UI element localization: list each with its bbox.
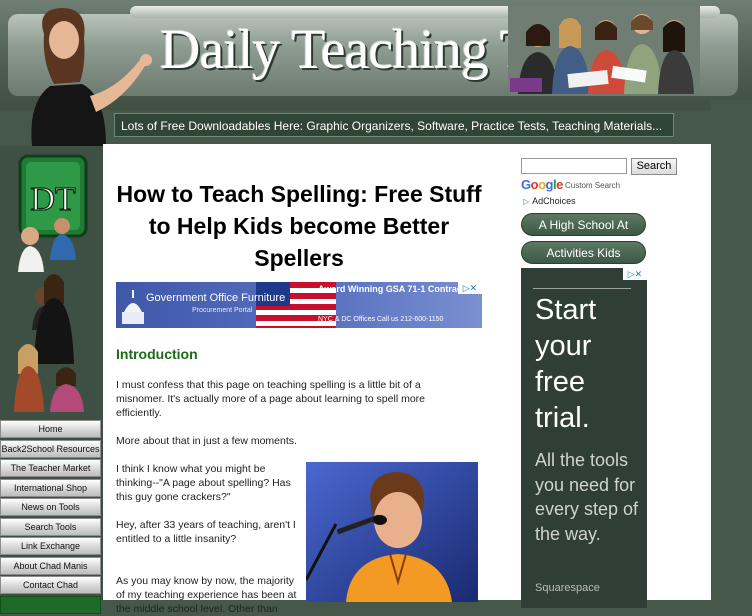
capitol-icon <box>122 290 144 324</box>
paragraph: I think I know what you might be thinkin… <box>116 463 291 503</box>
site-header: Daily Teaching Tools Lots of Free Downlo… <box>0 0 752 146</box>
ad-link-high-school[interactable]: A High School At <box>521 213 646 236</box>
custom-search-label: Custom Search <box>565 181 621 190</box>
paragraph: As you may know by now, the majority of … <box>116 575 297 615</box>
right-edge-strip <box>711 100 752 600</box>
ad-link-activities-kids[interactable]: Activities Kids <box>521 241 646 264</box>
ad-body: All the tools you need for every step of… <box>535 450 639 544</box>
adchoices-close-icon[interactable]: ▷✕ <box>623 268 647 280</box>
ad-divider <box>533 288 631 289</box>
section-heading: Introduction <box>116 346 198 362</box>
nav-the-teacher-market[interactable]: The Teacher Market <box>0 459 101 477</box>
ad-headline: Start your free trial. <box>535 294 597 434</box>
paragraph: I must confess that this page on teachin… <box>116 379 425 419</box>
students-photo <box>508 6 700 94</box>
nav-news-on-tools[interactable]: News on Tools <box>0 498 101 516</box>
main-content: How to Teach Spelling: Free Stuff to Hel… <box>103 144 513 615</box>
tagline-bar[interactable]: Lots of Free Downloadables Here: Graphic… <box>114 113 674 137</box>
adchoices-close-icon[interactable]: ▷✕ <box>458 282 482 294</box>
google-logo: Google <box>521 177 563 192</box>
banner-ad[interactable]: Government Office Furniture Procurement … <box>116 282 482 328</box>
nav-next-item[interactable] <box>0 595 101 614</box>
search-button[interactable]: Search <box>631 158 677 175</box>
banner-ad-phone: NYC & DC Offices Call us 212-600-1150 <box>318 316 444 323</box>
nav-link-exchange[interactable]: Link Exchange <box>0 537 101 555</box>
nav-international-shop[interactable]: International Shop <box>0 478 101 497</box>
adchoices-link[interactable]: ▷ AdChoices <box>523 196 576 206</box>
page-title: How to Teach Spelling: Free Stuff to Hel… <box>116 181 482 271</box>
banner-ad-award: Award Winning GSA 71-1 Contract <box>318 284 465 294</box>
adchoices-label: AdChoices <box>532 196 576 206</box>
nav-home[interactable]: Home <box>0 420 101 438</box>
ad-brand: Squarespace <box>535 582 600 594</box>
nav-back2school-resources[interactable]: Back2School Resources <box>0 439 101 458</box>
sidebar-nav: Home Back2School Resources The Teacher M… <box>0 420 103 615</box>
dt-logo-text: DT <box>30 181 76 218</box>
nav-contact-chad[interactable]: Contact Chad <box>0 576 101 594</box>
paragraph: Hey, after 33 years of teaching, aren't … <box>116 519 296 545</box>
nav-about-chad-manis[interactable]: About Chad Manis <box>0 556 101 575</box>
logo-and-people-collage: DT <box>14 154 88 412</box>
spelling-bee-boy-photo <box>306 462 478 602</box>
banner-ad-name: Government Office Furniture <box>146 292 286 304</box>
paragraph: More about that in just a few moments. <box>116 435 297 447</box>
left-sidebar: DT Home Back2School Resources The Teache… <box>0 146 103 614</box>
squarespace-ad[interactable]: ▷✕ Start your free trial. All the tools … <box>521 268 647 608</box>
banner-ad-sub: Procurement Portal <box>192 307 253 314</box>
right-sidebar: Search Google Custom Search ▷ AdChoices A… <box>513 144 711 608</box>
adchoices-icon: ▷ <box>523 197 530 206</box>
nav-search-tools[interactable]: Search Tools <box>0 517 101 536</box>
search-input[interactable] <box>521 158 627 174</box>
